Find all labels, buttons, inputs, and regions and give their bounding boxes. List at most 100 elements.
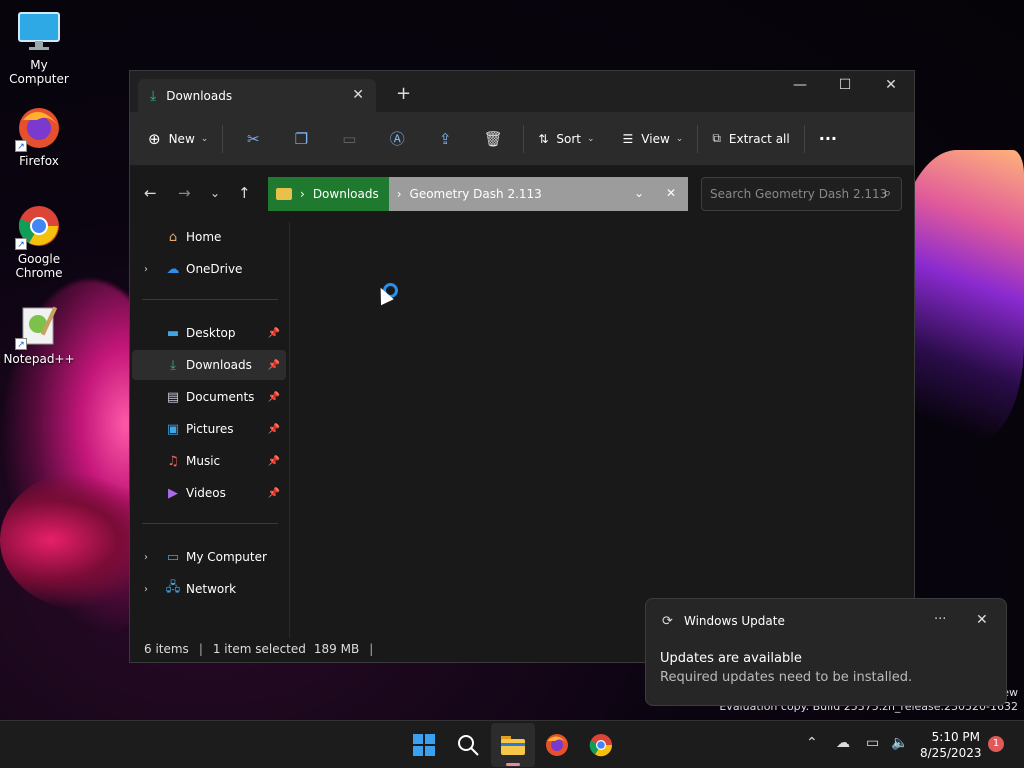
breadcrumb-current-folder[interactable]: Geometry Dash 2.113 [410,187,542,201]
new-button[interactable]: ⊕ New ⌄ [140,123,216,155]
new-tab-button[interactable]: + [396,83,411,104]
minimize-button[interactable]: — [785,77,815,93]
sidebar-item-label: My Computer [186,550,267,564]
search-placeholder: Search Geometry Dash 2.113 [710,187,888,201]
shortcut-arrow-icon: ↗ [15,338,27,350]
document-icon: ▤ [166,389,180,405]
notification-body: Required updates need to be installed. [660,670,913,685]
sidebar-item-desktop[interactable]: ▬ Desktop 📌 [132,318,286,348]
video-icon: ▶ [168,485,178,501]
onedrive-warning-icon[interactable]: ☁ [836,735,850,751]
network-icon[interactable]: ▭ [866,735,879,751]
notification-app-name: Windows Update [684,614,785,628]
clock-time: 5:10 PM [931,730,980,744]
start-button[interactable] [408,729,440,761]
sidebar-divider [142,523,278,524]
notification-more-button[interactable]: ··· [934,612,946,627]
forward-arrow-icon[interactable]: → [178,184,191,202]
chrome-taskbar-button[interactable] [585,729,617,761]
network-icon: 🖧 [165,580,181,595]
sidebar-item-my-computer[interactable]: › ▭ My Computer [132,542,286,572]
active-indicator [506,763,520,766]
breadcrumb-separator-icon: › [396,187,402,201]
sort-icon: ⇅ [538,131,549,146]
desktop-icon-firefox[interactable]: ↗ Firefox [0,106,78,168]
address-dropdown-chevron-icon[interactable]: ⌄ [634,186,644,200]
search-input[interactable]: Search Geometry Dash 2.113 ⌕ [701,177,902,211]
sidebar-item-documents[interactable]: ▤ Documents 📌 [132,382,286,412]
desktop-icon-chrome[interactable]: ↗ Google Chrome [0,204,78,280]
new-label: New [168,131,195,146]
sidebar-item-home[interactable]: ⌂ Home [132,222,286,252]
delete-icon[interactable]: 🗑 [477,123,509,155]
desktop-icon-my-computer[interactable]: My Computer [0,10,78,86]
sort-label: Sort [556,131,581,146]
recent-locations-chevron-icon[interactable]: ⌄ [210,186,220,200]
pin-icon[interactable]: 📌 [268,328,280,339]
plus-circle-icon: ⊕ [148,129,161,148]
folder-icon [501,736,525,755]
breadcrumb-downloads[interactable]: Downloads [313,187,379,201]
sidebar-item-music[interactable]: ♫ Music 📌 [132,446,286,476]
item-count: 6 items [144,642,189,656]
sort-button[interactable]: ⇅ Sort ⌄ [530,123,602,155]
tab-bar: ⤓ Downloads ✕ + — ☐ ✕ [130,71,914,112]
sidebar-item-onedrive[interactable]: › ☁ OneDrive [132,254,286,284]
selection-size: 189 MB [313,642,360,656]
pin-icon[interactable]: 📌 [268,392,280,403]
cut-icon[interactable]: ✂ [237,123,269,155]
toolbar-divider [222,124,224,153]
back-arrow-icon[interactable]: ← [144,184,157,202]
tab-downloads[interactable]: ⤓ Downloads ✕ [138,79,376,112]
sidebar-item-label: Music [186,454,221,468]
volume-icon[interactable]: 🔈 [891,735,908,751]
toolbar-divider [697,124,699,153]
extract-icon: ⧉ [712,131,721,145]
notification-badge[interactable]: 1 [988,736,1004,752]
close-window-button[interactable]: ✕ [876,77,906,93]
extract-all-button[interactable]: ⧉ Extract all [704,123,797,155]
pin-icon[interactable]: 📌 [268,488,280,499]
shortcut-arrow-icon: ↗ [15,140,27,152]
share-icon[interactable]: ⇪ [429,123,461,155]
clock[interactable]: 5:10 PM 8/25/2023 [920,729,982,761]
view-label: View [641,131,670,146]
chevron-right-icon[interactable]: › [144,264,148,275]
file-explorer-taskbar-button[interactable] [497,729,529,761]
sidebar-item-label: Desktop [186,326,236,340]
breadcrumb-separator-icon: › [300,187,305,201]
tab-close-icon[interactable]: ✕ [352,87,364,103]
address-bar[interactable]: › Downloads › Geometry Dash 2.113 ⌄ ✕ [268,177,688,211]
firefox-taskbar-button[interactable] [541,729,573,761]
rename-icon[interactable]: Ⓐ [381,123,413,155]
download-icon: ⤓ [150,87,157,104]
show-hidden-icons-chevron-icon[interactable]: ⌃ [806,735,818,751]
notification-close-button[interactable]: ✕ [976,612,988,628]
maximize-button[interactable]: ☐ [830,77,860,93]
pin-icon[interactable]: 📌 [268,456,280,467]
copy-icon[interactable]: ❐ [285,123,317,155]
chevron-right-icon[interactable]: › [144,552,148,563]
search-button[interactable] [452,729,484,761]
pin-icon[interactable]: 📌 [268,360,280,371]
more-options-button[interactable]: ··· [811,123,845,155]
pane-divider[interactable] [289,222,290,638]
picture-icon: ▣ [166,421,180,437]
refresh-icon: ⟳ [662,614,673,629]
file-explorer-window[interactable]: ⤓ Downloads ✕ + — ☐ ✕ ⊕ New ⌄ ✂ ❐ ▭ Ⓐ ⇪ … [129,70,915,663]
desktop-icon-notepadpp[interactable]: ↗ Notepad++ [0,304,78,366]
chevron-right-icon[interactable]: › [144,584,148,595]
view-button[interactable]: ☰ View ⌄ [615,123,692,155]
sidebar-item-downloads[interactable]: ⤓ Downloads 📌 [132,350,286,380]
sidebar-item-pictures[interactable]: ▣ Pictures 📌 [132,414,286,444]
desktop-icon: ▬ [166,325,180,341]
sidebar-item-videos[interactable]: ▶ Videos 📌 [132,478,286,508]
up-arrow-icon[interactable]: ↑ [238,184,251,202]
update-notification[interactable]: ⟳ Windows Update ··· ✕ Updates are avail… [645,598,1007,706]
address-clear-icon[interactable]: ✕ [666,186,676,200]
pin-icon[interactable]: 📌 [268,424,280,435]
status-separator: | [369,642,374,656]
paste-icon[interactable]: ▭ [333,123,365,155]
sidebar-item-network[interactable]: › 🖧 Network [132,574,286,604]
extract-label: Extract all [728,131,790,146]
